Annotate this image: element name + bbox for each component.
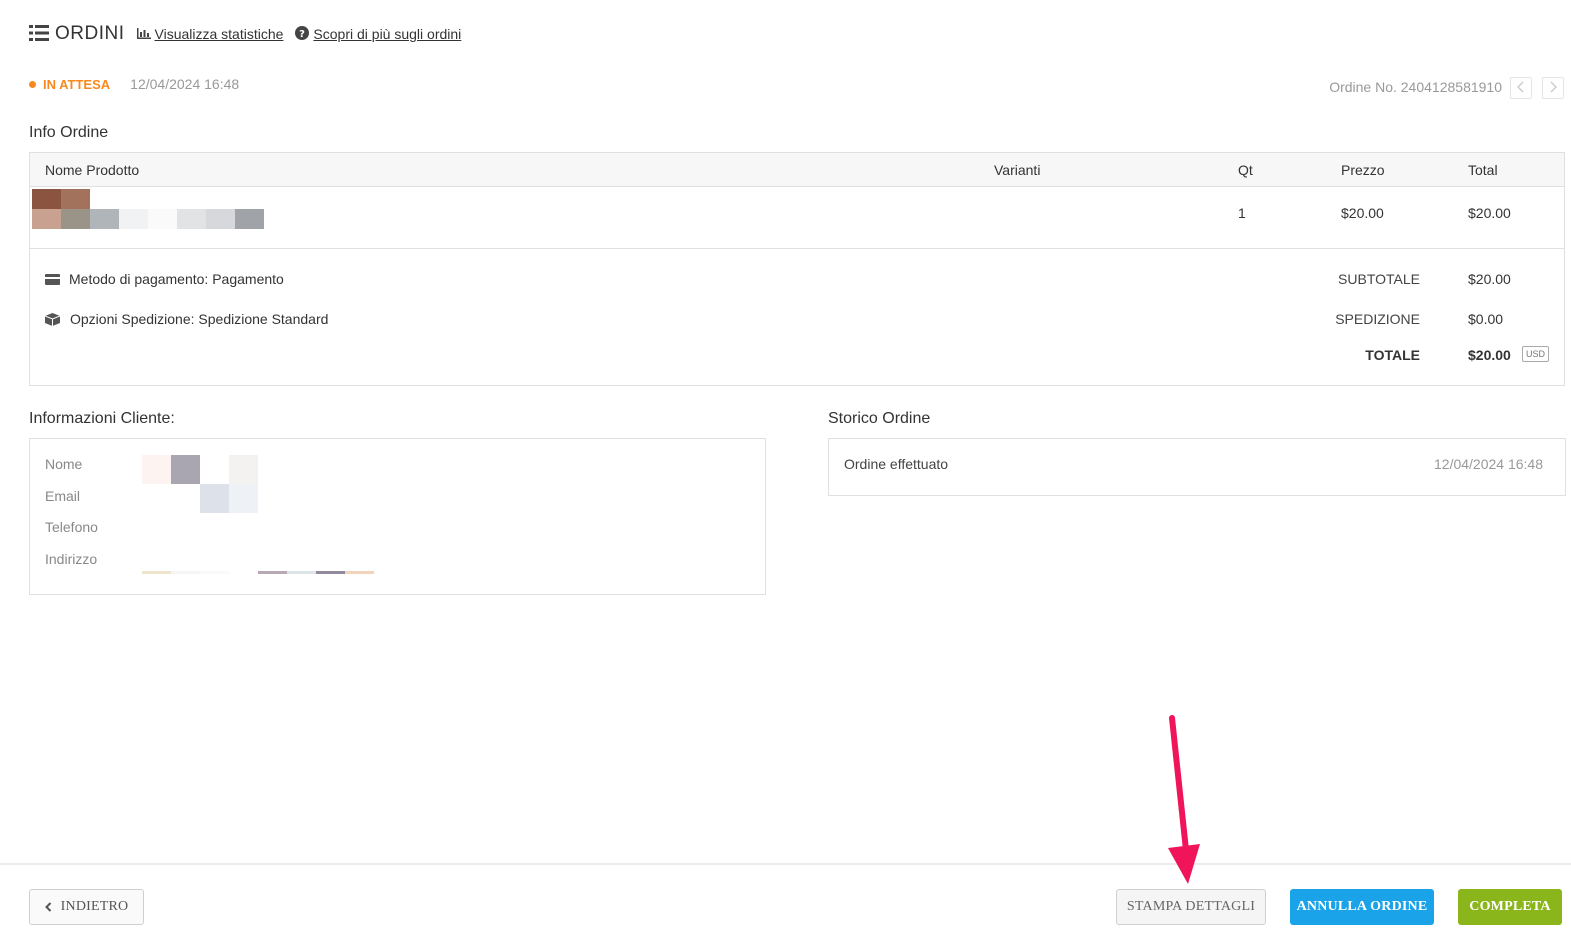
column-header-total: Total xyxy=(1468,162,1498,178)
client-name-label: Nome xyxy=(45,456,83,472)
order-info-title: Info Ordine xyxy=(29,124,109,141)
list-icon xyxy=(29,24,49,44)
order-number: Ordine No. 2404128581910 xyxy=(1329,79,1502,95)
column-header-qty: Qt xyxy=(1238,162,1253,178)
cancel-order-button[interactable]: ANNULLA ORDINE xyxy=(1290,889,1434,925)
chevron-left-icon xyxy=(44,902,52,912)
back-button[interactable]: INDIETRO xyxy=(29,889,144,925)
chevron-right-icon xyxy=(1549,80,1558,96)
client-name-redacted xyxy=(142,455,258,484)
previous-order-button[interactable] xyxy=(1510,77,1532,99)
shipping-option: Opzioni Spedizione: Spedizione Standard xyxy=(45,311,328,327)
page-header: ORDINI Visualizza statistiche ? Scopri d… xyxy=(29,22,473,46)
question-circle-icon: ? xyxy=(295,25,313,43)
currency-badge: USD xyxy=(1522,346,1550,362)
bar-chart-icon xyxy=(136,26,155,42)
chevron-left-icon xyxy=(1516,80,1525,96)
stats-link[interactable]: Visualizza statistiche xyxy=(136,26,284,42)
client-address-redacted xyxy=(142,571,374,574)
annotation-arrow-icon xyxy=(1168,715,1200,884)
credit-card-icon xyxy=(45,273,60,285)
learn-more-link[interactable]: ? Scopri di più sugli ordini xyxy=(295,25,462,43)
history-event: Ordine effettuato xyxy=(844,456,949,472)
back-button-label: INDIETRO xyxy=(60,899,129,914)
payment-method-text: Metodo di pagamento: Pagamento xyxy=(69,271,284,287)
shipping-cost-label: SPEDIZIONE xyxy=(1335,311,1420,327)
subtotal-label: SUBTOTALE xyxy=(1338,271,1420,287)
payment-method: Metodo di pagamento: Pagamento xyxy=(45,271,284,287)
total-label: TOTALE xyxy=(1365,347,1420,363)
page-title: ORDINI xyxy=(55,23,125,44)
client-email-label: Email xyxy=(45,488,81,504)
order-history-title: Storico Ordine xyxy=(828,410,931,427)
complete-label: COMPLETA xyxy=(1469,899,1551,914)
complete-button[interactable]: COMPLETA xyxy=(1458,889,1562,925)
client-phone-label: Telefono xyxy=(45,519,98,535)
total-value: $20.00 xyxy=(1468,347,1511,363)
client-info-panel: Nome Email Telefono Indirizzo xyxy=(29,438,766,595)
product-thumbnail[interactable] xyxy=(32,189,264,229)
client-info-title: Informazioni Cliente: xyxy=(29,410,175,427)
order-date: 12/04/2024 16:48 xyxy=(130,76,240,92)
cancel-order-label: ANNULLA ORDINE xyxy=(1296,899,1428,914)
table-header: Nome Prodotto Varianti Qt Prezzo Total xyxy=(30,153,1564,187)
package-icon xyxy=(45,312,60,326)
shipping-cost-value: $0.00 xyxy=(1468,311,1504,327)
order-status: IN ATTESA 12/04/2024 16:48 xyxy=(29,74,239,94)
row-price: $20.00 xyxy=(1341,205,1384,221)
column-header-product: Nome Prodotto xyxy=(45,162,140,178)
print-details-label: STAMPA DETTAGLI xyxy=(1126,899,1256,914)
footer-divider xyxy=(0,863,1571,865)
row-qty: 1 xyxy=(1238,205,1246,221)
column-header-price: Prezzo xyxy=(1341,162,1385,178)
order-history-panel: Ordine effettuato 12/04/2024 16:48 xyxy=(828,438,1566,496)
svg-text:?: ? xyxy=(300,29,306,40)
product-image xyxy=(32,189,264,229)
stats-link-label: Visualizza statistiche xyxy=(154,26,284,42)
history-date: 12/04/2024 16:48 xyxy=(1434,456,1543,472)
client-email-redacted xyxy=(142,484,258,513)
next-order-button[interactable] xyxy=(1542,77,1564,99)
status-badge: IN ATTESA xyxy=(43,76,111,92)
status-dot-icon xyxy=(29,80,36,88)
shipping-option-text: Opzioni Spedizione: Spedizione Standard xyxy=(70,311,329,327)
learn-more-label: Scopri di più sugli ordini xyxy=(313,26,462,42)
column-header-variants: Varianti xyxy=(994,162,1041,178)
print-details-button[interactable]: STAMPA DETTAGLI xyxy=(1116,889,1266,925)
row-total: $20.00 xyxy=(1468,205,1511,221)
order-info-table: Nome Prodotto Varianti Qt Prezzo Total 1… xyxy=(29,152,1565,386)
client-address-label: Indirizzo xyxy=(45,551,98,567)
subtotal-value: $20.00 xyxy=(1468,271,1511,287)
divider xyxy=(30,248,1564,249)
